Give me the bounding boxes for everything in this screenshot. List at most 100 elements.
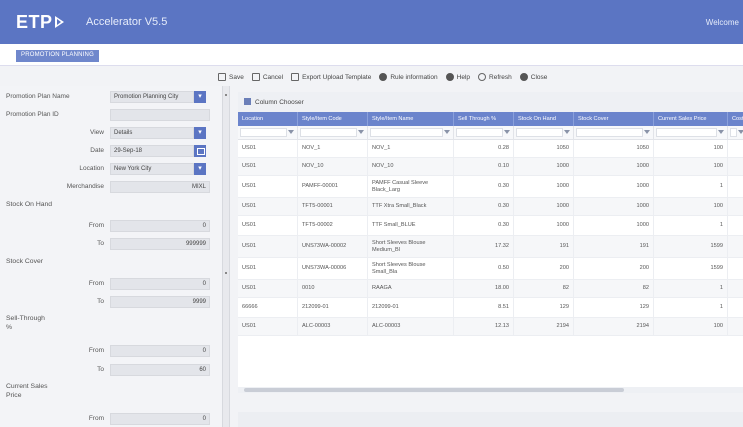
column-header-location[interactable]: Location: [238, 112, 298, 126]
cell-style-item-name: 212099-01: [368, 298, 454, 317]
grid-pager: [238, 412, 743, 427]
csp-from-field[interactable]: 0: [110, 413, 210, 425]
filter-icon[interactable]: [564, 130, 570, 134]
column-header-stock-on-hand[interactable]: Stock On Hand: [514, 112, 574, 126]
filter-input[interactable]: [656, 128, 717, 137]
cell-sell-through: 12.13: [454, 318, 514, 335]
cell-sell-through: 0.28: [454, 140, 514, 157]
cell-cost: [728, 280, 743, 297]
table-row[interactable]: US01 TFT5-00002 TTF Small_BLUE 0.30 1000 1000…: [238, 216, 743, 236]
filter-icon[interactable]: [738, 130, 743, 134]
from-label: From: [88, 280, 104, 287]
filter-cell-style-item-code[interactable]: [298, 126, 368, 139]
filter-cell-cost[interactable]: [728, 126, 743, 139]
column-header-stock-cover[interactable]: Stock Cover: [574, 112, 654, 126]
sc-to-field[interactable]: 9999: [110, 296, 210, 308]
sc-from-field[interactable]: 0: [110, 278, 210, 290]
table-row[interactable]: US01 0010 RAAGA 18.00 82 82 1: [238, 280, 743, 298]
plan-id-field[interactable]: [110, 109, 210, 121]
cell-location: 66666: [238, 298, 298, 317]
refresh-button[interactable]: Refresh: [478, 73, 512, 81]
cell-cost: [728, 216, 743, 235]
rule-info-label: Rule information: [390, 73, 438, 81]
export-upload-template-button[interactable]: Export Upload Template: [291, 73, 371, 81]
location-select[interactable]: New York City: [110, 163, 194, 175]
cancel-button[interactable]: Cancel: [251, 73, 283, 81]
filter-cell-location[interactable]: [238, 126, 298, 139]
chevron-down-icon[interactable]: ▾: [194, 91, 206, 103]
filter-cell-current-sales-price[interactable]: [654, 126, 728, 139]
column-header-cost[interactable]: Cost: [728, 112, 743, 126]
chevron-down-icon[interactable]: ▾: [194, 127, 206, 139]
filter-input[interactable]: [300, 128, 357, 137]
cell-current-sales-price: 1599: [654, 236, 728, 257]
filter-icon[interactable]: [718, 130, 724, 134]
column-header-current-sales-price[interactable]: Current Sales Price: [654, 112, 728, 126]
column-header-sell-through[interactable]: Sell Through %: [454, 112, 514, 126]
close-button[interactable]: Close: [519, 73, 547, 81]
cell-location: US01: [238, 216, 298, 235]
soh-to-field[interactable]: 999999: [110, 238, 210, 250]
soh-from-field[interactable]: 0: [110, 220, 210, 232]
table-row[interactable]: US01 UNS73WA-00002 Short Sleeves Blouse Me…: [238, 236, 743, 258]
filter-input[interactable]: [370, 128, 443, 137]
table-row[interactable]: 66666 212099-01 212099-01 8.51 129 129 1: [238, 298, 743, 318]
cell-stock-cover: 1000: [574, 176, 654, 197]
cell-cost: [728, 258, 743, 279]
view-select[interactable]: Details: [110, 127, 194, 139]
scrollbar-thumb[interactable]: [244, 388, 624, 392]
calendar-icon[interactable]: [194, 145, 206, 157]
horizontal-scrollbar[interactable]: [238, 387, 743, 393]
cell-style-item-code: TFT5-00001: [298, 198, 368, 215]
cell-cost: [728, 140, 743, 157]
filter-input[interactable]: [576, 128, 643, 137]
cell-style-item-name: PAMFF Casual Sleeve Black_Larg: [368, 176, 454, 197]
help-button[interactable]: Help: [445, 73, 470, 81]
cell-stock-cover: 1050: [574, 140, 654, 157]
filter-input[interactable]: [730, 128, 737, 137]
column-header-style-item-name[interactable]: Style/Item Name: [368, 112, 454, 126]
cell-current-sales-price: 1: [654, 280, 728, 297]
rule-information-button[interactable]: Rule information: [379, 73, 438, 81]
date-field[interactable]: 29-Sep-18: [110, 145, 194, 157]
filter-input[interactable]: [240, 128, 287, 137]
app-logo[interactable]: ETP: [16, 12, 64, 33]
cell-style-item-name: TTF Small_BLUE: [368, 216, 454, 235]
cell-current-sales-price: 100: [654, 198, 728, 215]
save-button[interactable]: Save: [218, 73, 244, 81]
filter-cell-style-item-name[interactable]: [368, 126, 454, 139]
table-row[interactable]: US01 NOV_1 NOV_1 0.28 1050 1050 100: [238, 140, 743, 158]
info-icon: [379, 73, 388, 81]
cell-location: US01: [238, 158, 298, 175]
table-row[interactable]: US01 NOV_10 NOV_10 0.10 1000 1000 100: [238, 158, 743, 176]
filter-cell-sell-through[interactable]: [454, 126, 514, 139]
st-to-field[interactable]: 60: [110, 364, 210, 376]
merchandise-field[interactable]: MIXL: [110, 181, 210, 193]
table-row[interactable]: US01 PAMFF-00001 PAMFF Casual Sleeve Black…: [238, 176, 743, 198]
cell-cost: [728, 236, 743, 257]
column-header-style-item-code[interactable]: Style/Item Code: [298, 112, 368, 126]
splitter-grip: [225, 94, 227, 96]
table-row[interactable]: US01 ALC-00003 ALC-00003 12.13 2194 2194 100: [238, 318, 743, 336]
table-row[interactable]: US01 TFT5-00001 TTF Xtra Small_Black 0.30 10…: [238, 198, 743, 216]
filter-icon[interactable]: [358, 130, 364, 134]
filter-icon[interactable]: [504, 130, 510, 134]
filter-cell-stock-on-hand[interactable]: [514, 126, 574, 139]
tab-promotion-planning[interactable]: PROMOTION PLANNING: [16, 50, 99, 62]
grid-icon: [244, 98, 251, 105]
filter-cell-stock-cover[interactable]: [574, 126, 654, 139]
st-from-field[interactable]: 0: [110, 345, 210, 357]
panel-splitter[interactable]: [222, 86, 230, 427]
toolbar: Save Cancel Export Upload Template Rule …: [218, 70, 547, 84]
plan-name-select[interactable]: Promotion Planning City: [110, 91, 194, 103]
chevron-down-icon[interactable]: ▾: [194, 163, 206, 175]
filter-input[interactable]: [456, 128, 503, 137]
app-header: ETP Accelerator V5.5 Welcome: [0, 0, 743, 44]
column-chooser-button[interactable]: Column Chooser: [238, 92, 743, 112]
filter-input[interactable]: [516, 128, 563, 137]
filter-icon[interactable]: [644, 130, 650, 134]
filter-icon[interactable]: [444, 130, 450, 134]
splitter-grip: [225, 272, 227, 274]
table-row[interactable]: US01 UNS73WA-00006 Short Sleeves Blouse Sm…: [238, 258, 743, 280]
filter-icon[interactable]: [288, 130, 294, 134]
